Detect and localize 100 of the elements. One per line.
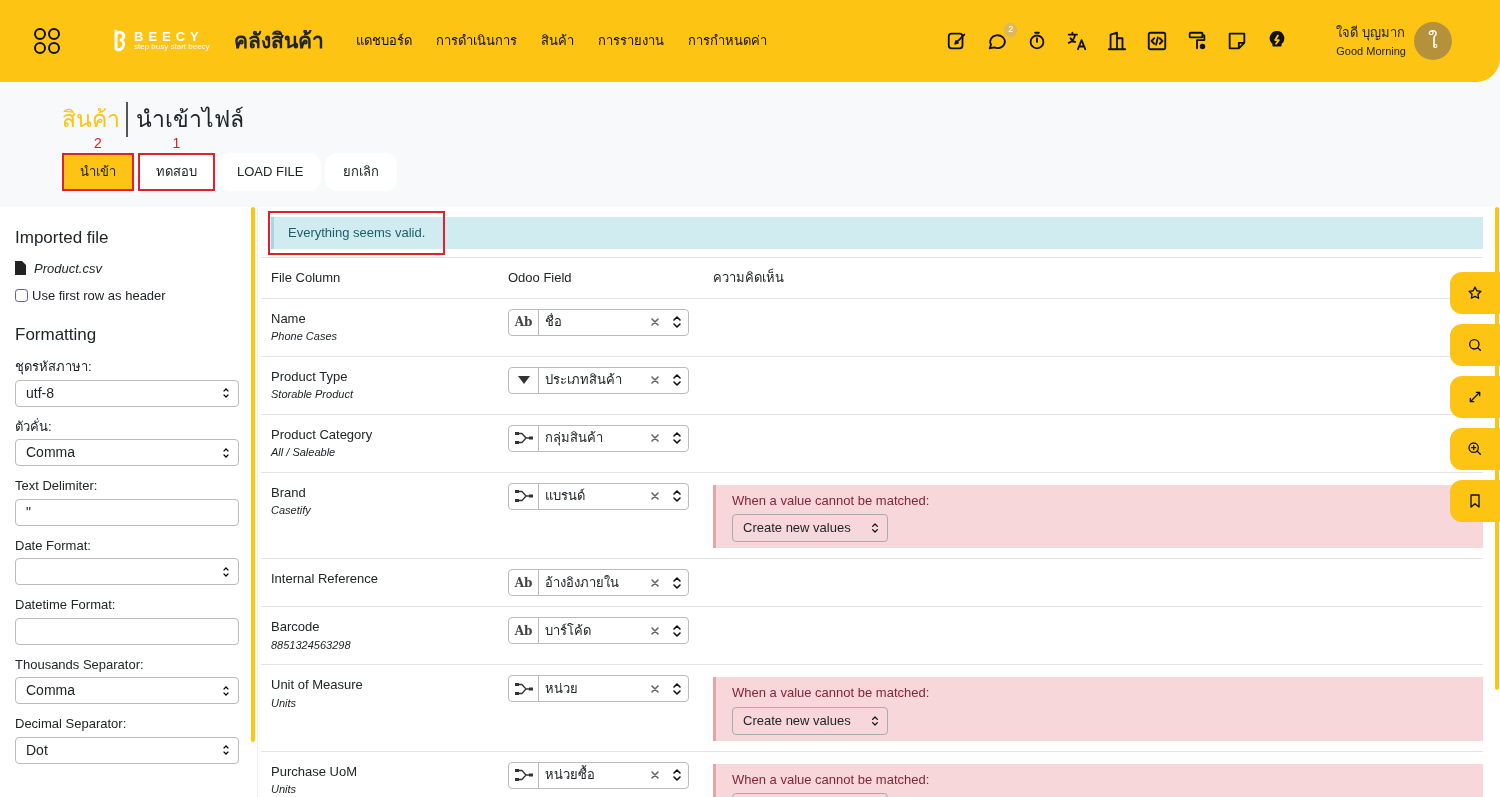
- greeting-text: Good Morning: [1336, 43, 1406, 59]
- section-title: Imported file: [15, 227, 110, 249]
- updown-icon: [672, 767, 682, 783]
- clear-icon[interactable]: [650, 577, 660, 588]
- field-label: Date Format:: [15, 536, 92, 555]
- updown-icon: [672, 622, 682, 639]
- translate-icon[interactable]: [1066, 30, 1089, 52]
- tool-button[interactable]: [1450, 480, 1500, 522]
- clear-icon[interactable]: [650, 433, 660, 443]
- expand-icon: [1467, 389, 1483, 405]
- relation-icon: [513, 431, 534, 445]
- field-label: Thousands Separator:: [15, 655, 145, 674]
- warning-label: When a value cannot be matched:: [732, 684, 931, 702]
- field-select[interactable]: หน่วย: [508, 675, 689, 702]
- sample-value: Casetify: [271, 503, 312, 518]
- field-select[interactable]: Ab ชื่อ: [508, 308, 689, 336]
- import-button[interactable]: นำเข้า: [62, 152, 134, 191]
- scrollbar[interactable]: [251, 207, 255, 742]
- apps-grid-icon[interactable]: [32, 26, 62, 56]
- alert-message: Everything seems valid.: [287, 225, 427, 241]
- header-checkbox[interactable]: [15, 289, 28, 303]
- app-title: คลังสินค้า: [233, 28, 324, 55]
- action-button[interactable]: LOAD FILE: [219, 152, 322, 191]
- updown-icon: [672, 574, 682, 591]
- sample-value: All / Saleable: [271, 445, 337, 460]
- tool-button[interactable]: [1450, 376, 1500, 418]
- logo-tagline: step busy start beecy: [134, 43, 210, 52]
- menu-link[interactable]: การดำเนินการ: [435, 31, 517, 51]
- select-field[interactable]: Comma: [15, 439, 239, 466]
- tool-button[interactable]: [1450, 272, 1500, 314]
- column-name: Name: [271, 309, 307, 328]
- sample-value: 8851324563298: [271, 637, 352, 653]
- select-field[interactable]: Dot: [15, 736, 239, 764]
- menu-link[interactable]: การรายงาน: [597, 31, 664, 51]
- column-name: Product Category: [271, 425, 374, 444]
- code-icon[interactable]: [1146, 30, 1169, 52]
- warning-label: When a value cannot be matched:: [732, 770, 931, 789]
- field-select[interactable]: กลุ่มสินค้า: [508, 424, 689, 452]
- updown-icon: [672, 488, 682, 504]
- relation-icon: [513, 768, 534, 782]
- sample-value: Storable Product: [271, 387, 355, 402]
- updown-icon: [672, 372, 682, 388]
- text-type-icon: Ab: [514, 621, 533, 640]
- menu-link[interactable]: แดชบอร์ด: [355, 31, 412, 51]
- column-header: File Column: [271, 270, 341, 285]
- column-name: Internal Reference: [271, 570, 379, 588]
- select-field[interactable]: Comma: [15, 677, 239, 704]
- menu-link[interactable]: การกำหนดค่า: [687, 31, 767, 51]
- clear-icon[interactable]: [650, 770, 660, 780]
- relation-icon: [513, 681, 534, 696]
- column-name: Unit of Measure: [271, 676, 364, 694]
- field-label: ตัวคั่น:: [15, 417, 53, 436]
- triangle-icon: [516, 375, 531, 385]
- warning-label: When a value cannot be matched:: [732, 491, 931, 510]
- tool-button[interactable]: [1450, 428, 1500, 470]
- field-select[interactable]: Ab อ้างอิงภายใน: [508, 569, 689, 596]
- updown-icon: [672, 314, 682, 330]
- input-field[interactable]: ": [15, 498, 239, 526]
- search-icon: [1467, 337, 1483, 353]
- field-select[interactable]: Ab บาร์โค้ด: [508, 617, 689, 644]
- clear-icon[interactable]: [650, 683, 660, 694]
- sample-value: Phone Cases: [271, 329, 339, 344]
- action-button[interactable]: ทดสอบ: [138, 152, 215, 191]
- column-name: Brand: [271, 483, 307, 502]
- column-name: Purchase UoM: [271, 762, 358, 781]
- menu-link[interactable]: สินค้า: [540, 31, 574, 51]
- clear-icon[interactable]: [650, 375, 660, 385]
- tool-button[interactable]: [1450, 324, 1500, 366]
- field-label: Text Delimiter:: [15, 477, 99, 495]
- logo-text: BEECY: [134, 30, 204, 44]
- column-name: Product Type: [271, 367, 349, 386]
- section-title: Formatting: [15, 323, 98, 346]
- bookmark-icon: [1467, 493, 1483, 509]
- action-button[interactable]: ยกเลิก: [325, 152, 398, 191]
- clear-icon[interactable]: [650, 491, 660, 501]
- field-label: Datetime Format:: [15, 596, 117, 614]
- clear-icon[interactable]: [650, 317, 660, 327]
- text-type-icon: Ab: [514, 313, 533, 331]
- column-header: ความคิดเห็น: [713, 270, 784, 285]
- field-select[interactable]: ประเภทสินค้า: [508, 366, 689, 394]
- select-field[interactable]: [15, 558, 239, 585]
- select-field[interactable]: Create new values: [732, 706, 888, 735]
- text-type-icon: Ab: [514, 573, 533, 592]
- field-select[interactable]: หน่วยซื้อ: [508, 761, 689, 789]
- page-title: นำเข้าไฟล์: [126, 102, 244, 137]
- building-icon[interactable]: [1106, 30, 1129, 52]
- input-field[interactable]: [15, 617, 239, 645]
- select-field[interactable]: utf-8: [15, 379, 239, 407]
- file-icon: [15, 261, 26, 276]
- updown-icon: [871, 521, 879, 535]
- sample-value: Units: [271, 695, 298, 711]
- field-label: ชุดรหัสภาษา:: [15, 358, 93, 377]
- select-field[interactable]: Create new values: [732, 514, 888, 542]
- star-icon: [1467, 285, 1483, 301]
- updown-icon: [672, 430, 682, 446]
- field-select[interactable]: แบรนด์: [508, 482, 689, 510]
- notification-badge: 2: [1004, 23, 1018, 37]
- checkbox-label: Use first row as header: [32, 287, 166, 305]
- file-name: Product.csv: [34, 259, 102, 278]
- clear-icon[interactable]: [650, 625, 660, 636]
